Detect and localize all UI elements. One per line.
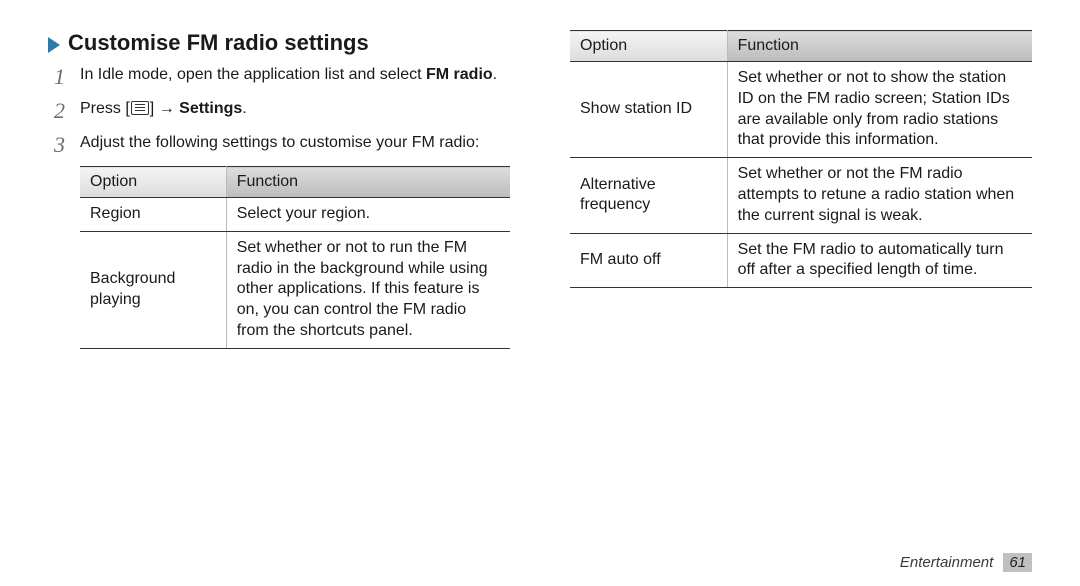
table-header-row: Option Function xyxy=(80,167,510,198)
section-heading-row: Customise FM radio settings xyxy=(48,30,510,56)
table-row: Show station ID Set whether or not to sh… xyxy=(570,62,1032,158)
menu-key-icon xyxy=(131,101,149,115)
footer-page-number: 61 xyxy=(1003,553,1032,572)
table-row: Background playing Set whether or not to… xyxy=(80,231,510,348)
step-bold: Settings xyxy=(179,100,242,117)
chevron-right-icon xyxy=(48,37,60,53)
two-column-layout: Customise FM radio settings 1 In Idle mo… xyxy=(48,30,1032,349)
step-3: 3 Adjust the following settings to custo… xyxy=(54,132,510,156)
table-header-option: Option xyxy=(80,167,226,198)
step-2: 2 Press [ ] → Settings. xyxy=(54,98,510,122)
left-column: Customise FM radio settings 1 In Idle mo… xyxy=(48,30,510,349)
footer-section: Entertainment xyxy=(900,554,993,571)
option-cell: Alternative frequency xyxy=(570,158,727,233)
step-body: In Idle mode, open the application list … xyxy=(80,64,510,86)
option-cell: FM auto off xyxy=(570,233,727,288)
settings-table-left: Option Function Region Select your regio… xyxy=(80,166,510,349)
right-column: Option Function Show station ID Set whet… xyxy=(570,30,1032,349)
step-text: . xyxy=(242,100,246,117)
settings-table-right: Option Function Show station ID Set whet… xyxy=(570,30,1032,288)
steps-list: 1 In Idle mode, open the application lis… xyxy=(48,64,510,156)
step-text: ] → xyxy=(150,100,179,117)
step-text: . xyxy=(493,66,497,83)
page-footer: Entertainment 61 xyxy=(900,553,1032,572)
step-bold: FM radio xyxy=(426,66,493,83)
step-text: Adjust the following settings to customi… xyxy=(80,134,479,151)
option-cell: Show station ID xyxy=(570,62,727,158)
function-cell: Select your region. xyxy=(226,198,510,232)
step-text: Press [ xyxy=(80,100,130,117)
table-header-row: Option Function xyxy=(570,31,1032,62)
settings-table-left-wrap: Option Function Region Select your regio… xyxy=(80,166,510,349)
function-cell: Set whether or not the FM radio attempts… xyxy=(727,158,1032,233)
table-header-option: Option xyxy=(570,31,727,62)
function-cell: Set whether or not to show the station I… xyxy=(727,62,1032,158)
step-number: 3 xyxy=(54,132,80,156)
step-text: In Idle mode, open the application list … xyxy=(80,66,426,83)
step-number: 1 xyxy=(54,64,80,88)
table-row: Alternative frequency Set whether or not… xyxy=(570,158,1032,233)
table-row: Region Select your region. xyxy=(80,198,510,232)
function-cell: Set the FM radio to automatically turn o… xyxy=(727,233,1032,288)
section-heading: Customise FM radio settings xyxy=(68,30,369,56)
table-header-function: Function xyxy=(226,167,510,198)
step-body: Press [ ] → Settings. xyxy=(80,98,510,120)
function-cell: Set whether or not to run the FM radio i… xyxy=(226,231,510,348)
step-number: 2 xyxy=(54,98,80,122)
table-header-function: Function xyxy=(727,31,1032,62)
table-row: FM auto off Set the FM radio to automati… xyxy=(570,233,1032,288)
step-1: 1 In Idle mode, open the application lis… xyxy=(54,64,510,88)
page: Customise FM radio settings 1 In Idle mo… xyxy=(0,0,1080,586)
option-cell: Region xyxy=(80,198,226,232)
step-body: Adjust the following settings to customi… xyxy=(80,132,510,154)
option-cell: Background playing xyxy=(80,231,226,348)
